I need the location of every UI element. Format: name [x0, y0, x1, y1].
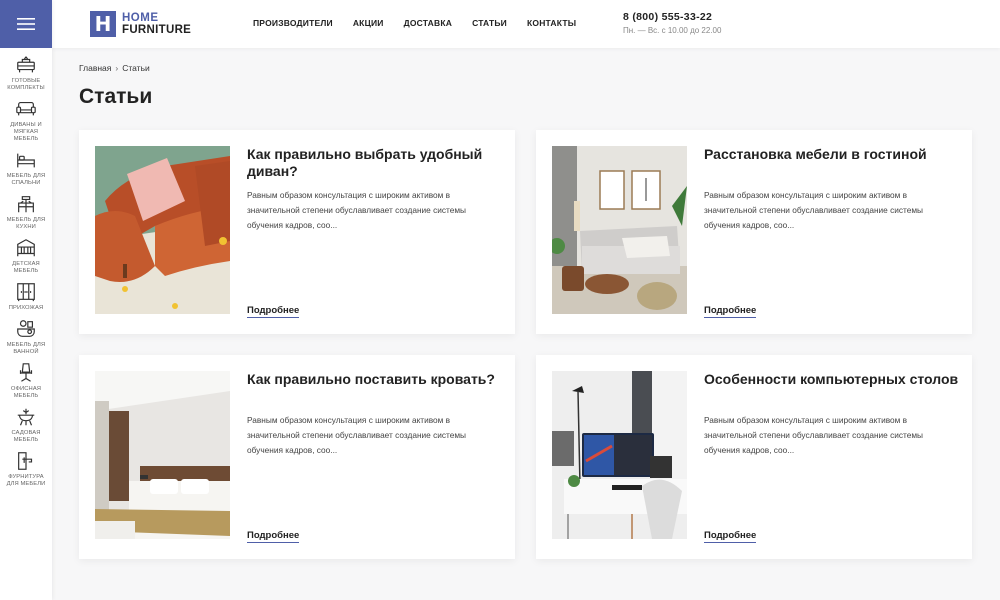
menu-button[interactable] [0, 0, 52, 48]
hamburger-icon [17, 18, 35, 30]
article-image[interactable] [552, 371, 687, 539]
sidebar-item-kitchen[interactable]: МЕБЕЛЬ ДЛЯ КУХНИ [0, 187, 52, 231]
article-excerpt: Равным образом консультация с широким ак… [247, 415, 467, 455]
bath-icon [17, 320, 35, 337]
brand-logo[interactable]: H HOME FURNITURE [90, 11, 191, 37]
sidebar-item-label: ФУРНИТУРА ДЛЯ МЕБЕЛИ [6, 474, 46, 487]
nav-contacts[interactable]: КОНТАКТЫ [527, 18, 576, 28]
article-card[interactable]: Как правильно поставить кровать? Равным … [79, 355, 515, 559]
article-image[interactable] [552, 146, 687, 314]
bed-icon [17, 153, 35, 168]
breadcrumb-separator: › [115, 63, 119, 73]
wardrobe-icon [17, 283, 35, 302]
sidebar-item-bedroom[interactable]: МЕБЕЛЬ ДЛЯ СПАЛЬНИ [0, 143, 52, 187]
crib-icon [17, 239, 35, 257]
article-image[interactable] [95, 146, 230, 314]
sidebar-item-sofas[interactable]: ДИВАНЫ И МЯГКАЯ МЕБЕЛЬ [0, 92, 52, 143]
sidebar-item-label: МЕБЕЛЬ ДЛЯ КУХНИ [6, 217, 46, 230]
breadcrumb-home[interactable]: Главная [79, 63, 111, 73]
site-header: H HOME FURNITURE ПРОИЗВОДИТЕЛИ АКЦИИ ДОС… [52, 0, 1000, 48]
phone-number[interactable]: 8 (800) 555-33-22 [623, 11, 721, 23]
furniture-set-icon [17, 56, 35, 73]
handle-icon [18, 452, 33, 470]
computer-desk-photo [552, 371, 687, 539]
read-more-link[interactable]: Подробнее [704, 530, 757, 543]
garden-icon [17, 408, 35, 426]
nav-promotions[interactable]: АКЦИИ [353, 18, 384, 28]
article-title[interactable]: Особенности компьютерных столов [704, 371, 959, 388]
sidebar-item-label: ОФИСНАЯ МЕБЕЛЬ [10, 386, 42, 399]
brand-line-1: HOME [122, 12, 159, 24]
office-chair-icon [19, 363, 33, 382]
nav-manufacturers[interactable]: ПРОИЗВОДИТЕЛИ [253, 18, 333, 28]
sidebar-item-label: ПРИХОЖАЯ [8, 305, 44, 311]
article-card[interactable]: Как правильно выбрать удобный диван? Рав… [79, 130, 515, 334]
sidebar-item-label: ДИВАНЫ И МЯГКАЯ МЕБЕЛЬ [10, 122, 42, 142]
article-excerpt: Равным образом консультация с широким ак… [704, 190, 924, 230]
article-card[interactable]: Особенности компьютерных столов Равным о… [536, 355, 972, 559]
sidebar-item-label: САДОВАЯ МЕБЕЛЬ [11, 430, 41, 443]
sidebar-item-office[interactable]: ОФИСНАЯ МЕБЕЛЬ [0, 356, 52, 400]
article-image[interactable] [95, 371, 230, 539]
sidebar-item-ready-sets[interactable]: ГОТОВЫЕ КОМПЛЕКТЫ [0, 48, 52, 92]
sidebar-item-garden[interactable]: САДОВАЯ МЕБЕЛЬ [0, 400, 52, 444]
category-sidebar: ГОТОВЫЕ КОМПЛЕКТЫ ДИВАНЫ И МЯГКАЯ МЕБЕЛЬ… [0, 0, 52, 600]
nav-articles[interactable]: СТАТЬИ [472, 18, 507, 28]
main-nav: ПРОИЗВОДИТЕЛИ АКЦИИ ДОСТАВКА СТАТЬИ КОНТ… [253, 18, 576, 28]
working-hours: Пн. — Вс. с 10.00 до 22.00 [623, 26, 722, 35]
nav-delivery[interactable]: ДОСТАВКА [404, 18, 452, 28]
page-title: Статьи [79, 85, 153, 108]
sofa-icon [16, 101, 36, 116]
sidebar-item-label: МЕБЕЛЬ ДЛЯ СПАЛЬНИ [6, 173, 46, 186]
brand-line-2: FURNITURE [122, 24, 192, 36]
living-room-photo [552, 146, 687, 314]
contact-block: 8 (800) 555-33-22 Пн. — Вс. с 10.00 до 2… [623, 11, 721, 35]
sidebar-item-kids[interactable]: ДЕТСКАЯ МЕБЕЛЬ [0, 231, 52, 275]
sidebar-item-label: МЕБЕЛЬ ДЛЯ ВАННОЙ [6, 342, 46, 355]
breadcrumb: Главная › Статьи [79, 63, 150, 73]
sidebar-item-hardware[interactable]: ФУРНИТУРА ДЛЯ МЕБЕЛИ [0, 444, 52, 488]
sidebar-item-label: ГОТОВЫЕ КОМПЛЕКТЫ [7, 78, 45, 91]
bedroom-photo [95, 371, 230, 539]
breadcrumb-current: Статьи [122, 63, 150, 73]
logo-mark: H [90, 11, 116, 37]
read-more-link[interactable]: Подробнее [704, 305, 757, 318]
orange-sofa-photo [95, 146, 230, 314]
kitchen-icon [18, 196, 34, 213]
sidebar-item-label: ДЕТСКАЯ МЕБЕЛЬ [12, 261, 40, 274]
article-title[interactable]: Как правильно выбрать удобный диван? [247, 146, 502, 180]
sidebar-item-hallway[interactable]: ПРИХОЖАЯ [0, 275, 52, 312]
read-more-link[interactable]: Подробнее [247, 530, 300, 543]
article-title[interactable]: Расстановка мебели в гостиной [704, 146, 959, 163]
read-more-link[interactable]: Подробнее [247, 305, 300, 318]
sidebar-item-bathroom[interactable]: МЕБЕЛЬ ДЛЯ ВАННОЙ [0, 312, 52, 356]
article-title[interactable]: Как правильно поставить кровать? [247, 371, 502, 388]
article-excerpt: Равным образом консультация с широким ак… [247, 190, 467, 230]
article-excerpt: Равным образом консультация с широким ак… [704, 415, 924, 455]
article-card[interactable]: Расстановка мебели в гостиной Равным обр… [536, 130, 972, 334]
